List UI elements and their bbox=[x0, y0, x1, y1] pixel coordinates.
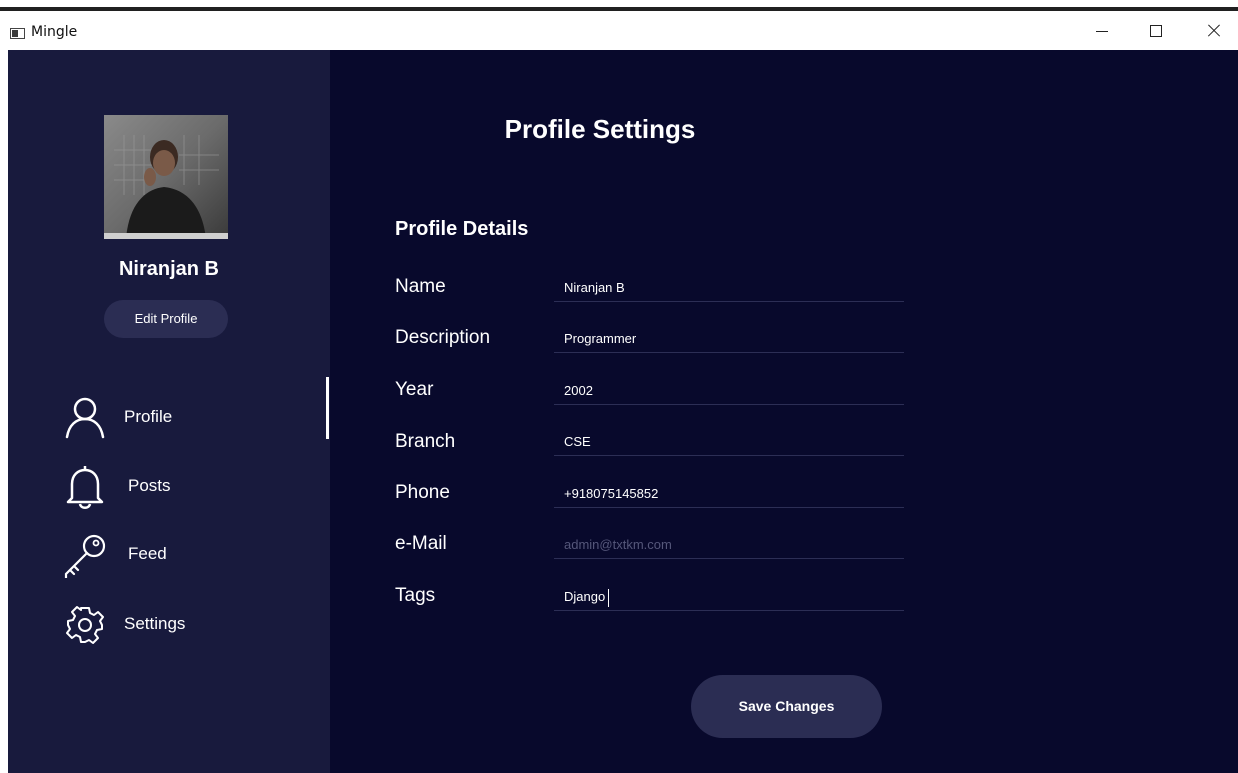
nav-item-posts[interactable]: Posts bbox=[62, 464, 322, 510]
nav-item-settings[interactable]: Settings bbox=[62, 602, 322, 648]
phone-field[interactable]: +918075145852 bbox=[554, 480, 904, 508]
sidebar: Niranjan B Edit Profile Profile Posts Fe… bbox=[8, 50, 330, 773]
description-field[interactable]: Programmer bbox=[554, 325, 904, 353]
gear-icon bbox=[66, 606, 104, 644]
title-bar: Mingle bbox=[0, 11, 1238, 50]
nav-label-feed: Feed bbox=[128, 544, 167, 563]
branch-field[interactable]: CSE bbox=[554, 428, 904, 456]
year-field[interactable]: 2002 bbox=[554, 377, 904, 405]
phone-label: Phone bbox=[395, 482, 450, 503]
email-field[interactable]: admin@txtkm.com bbox=[554, 531, 904, 559]
nav-label-posts: Posts bbox=[128, 476, 171, 495]
user-name: Niranjan B bbox=[118, 258, 220, 280]
year-label: Year bbox=[395, 379, 434, 400]
nav-item-profile[interactable]: Profile bbox=[62, 395, 322, 441]
key-icon bbox=[64, 534, 106, 578]
minimize-icon bbox=[1096, 31, 1108, 32]
edit-profile-button[interactable]: Edit Profile bbox=[104, 300, 228, 338]
bell-icon bbox=[66, 466, 104, 509]
nav-item-feed[interactable]: Feed bbox=[62, 532, 322, 578]
nav-label-settings: Settings bbox=[124, 614, 186, 633]
window-title: Mingle bbox=[31, 24, 78, 40]
user-icon bbox=[65, 397, 105, 439]
nav-label-profile: Profile bbox=[124, 407, 173, 426]
email-label: e-Mail bbox=[395, 533, 447, 554]
name-field[interactable]: Niranjan B bbox=[554, 274, 904, 302]
tags-field[interactable]: Django bbox=[554, 583, 904, 611]
page-title: Profile Settings bbox=[504, 114, 696, 144]
window-top-border bbox=[0, 0, 1238, 11]
tags-value: Django bbox=[564, 589, 606, 604]
minimize-button[interactable] bbox=[1079, 16, 1125, 46]
description-label: Description bbox=[395, 327, 491, 348]
branch-label: Branch bbox=[395, 431, 456, 452]
maximize-button[interactable] bbox=[1133, 16, 1179, 46]
avatar bbox=[104, 115, 228, 239]
tags-label: Tags bbox=[395, 585, 436, 606]
text-caret bbox=[608, 588, 610, 607]
active-nav-indicator bbox=[326, 377, 329, 439]
main-panel: Profile Settings Profile Details Name Ni… bbox=[330, 50, 1238, 773]
section-title: Profile Details bbox=[395, 218, 529, 240]
name-label: Name bbox=[395, 276, 446, 297]
close-button[interactable] bbox=[1190, 16, 1236, 46]
maximize-icon bbox=[1150, 25, 1162, 37]
app-icon bbox=[10, 28, 25, 39]
save-changes-button[interactable]: Save Changes bbox=[691, 675, 882, 738]
